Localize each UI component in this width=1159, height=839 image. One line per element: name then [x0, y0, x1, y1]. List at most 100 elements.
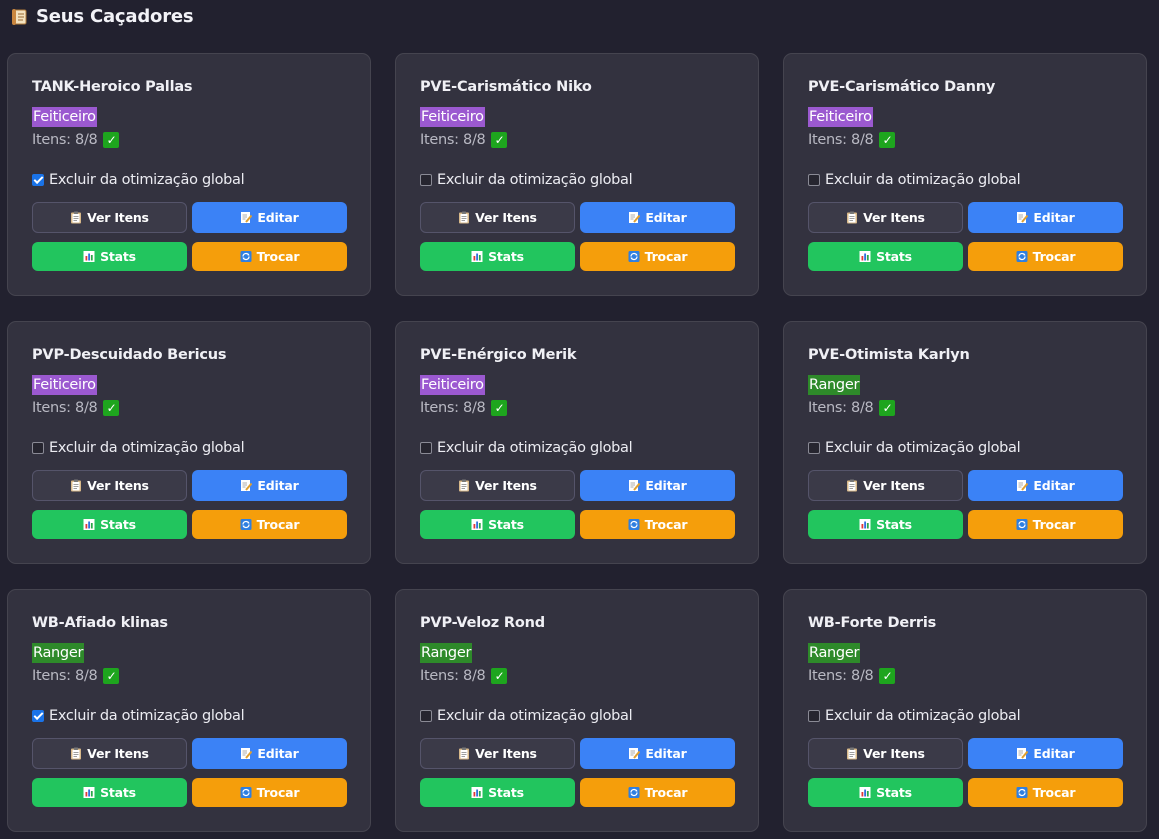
stats-button[interactable]: Stats [420, 510, 575, 539]
stats-label: Stats [876, 249, 912, 264]
checkbox-box[interactable] [32, 174, 44, 186]
clipboard-icon [71, 479, 82, 492]
hunter-name: PVE-Carismático Danny [808, 79, 996, 95]
swap-button[interactable]: Trocar [968, 510, 1123, 539]
view-items-button[interactable]: Ver Itens [32, 470, 187, 501]
swap-label: Trocar [1032, 517, 1076, 532]
exclude-optimization-checkbox[interactable]: Excluir da otimização global [32, 440, 245, 456]
swap-label: Trocar [256, 517, 300, 532]
class-badge: Feiticeiro [32, 375, 97, 395]
class-badge: Feiticeiro [808, 107, 873, 127]
exclude-optimization-checkbox[interactable]: Excluir da otimização global [420, 440, 633, 456]
edit-label: Editar [645, 210, 687, 225]
swap-button[interactable]: Trocar [580, 510, 735, 539]
items-count: Itens: 8/8 ✓ [808, 400, 896, 416]
class-badge: Ranger [808, 375, 861, 395]
exclude-optimization-checkbox[interactable]: Excluir da otimização global [808, 172, 1021, 188]
hunter-card: PVP-Veloz Rond Ranger Itens: 8/8 ✓ Exclu… [395, 589, 759, 832]
memo-icon [629, 748, 641, 759]
refresh-icon [240, 251, 252, 262]
stats-button[interactable]: Stats [32, 242, 187, 271]
bar-chart-icon [471, 519, 483, 530]
checkbox-box[interactable] [420, 710, 432, 722]
exclude-optimization-checkbox[interactable]: Excluir da otimização global [32, 172, 245, 188]
class-badge: Feiticeiro [420, 107, 485, 127]
edit-label: Editar [1033, 746, 1075, 761]
hunters-grid: TANK-Heroico Pallas Feiticeiro Itens: 8/… [7, 53, 1147, 832]
stats-button[interactable]: Stats [32, 510, 187, 539]
exclude-optimization-checkbox[interactable]: Excluir da otimização global [32, 708, 245, 724]
swap-label: Trocar [1032, 785, 1076, 800]
swap-button[interactable]: Trocar [968, 242, 1123, 271]
swap-button[interactable]: Trocar [968, 778, 1123, 807]
bar-chart-icon [83, 251, 95, 262]
edit-button[interactable]: Editar [968, 202, 1123, 233]
class-badge: Ranger [808, 643, 861, 663]
exclude-optimization-checkbox[interactable]: Excluir da otimização global [420, 172, 633, 188]
checkbox-box[interactable] [808, 710, 820, 722]
swap-button[interactable]: Trocar [192, 778, 347, 807]
view-items-button[interactable]: Ver Itens [32, 202, 187, 233]
exclude-optimization-checkbox[interactable]: Excluir da otimização global [420, 708, 633, 724]
view-items-label: Ver Itens [87, 746, 149, 761]
refresh-icon [628, 519, 640, 530]
view-items-label: Ver Itens [475, 478, 537, 493]
checkbox-box[interactable] [32, 710, 44, 722]
view-items-button[interactable]: Ver Itens [420, 738, 575, 769]
stats-label: Stats [100, 249, 136, 264]
checkbox-box[interactable] [808, 174, 820, 186]
swap-button[interactable]: Trocar [192, 510, 347, 539]
hunter-name: PVE-Otimista Karlyn [808, 347, 970, 363]
stats-button[interactable]: Stats [32, 778, 187, 807]
checkbox-box[interactable] [808, 442, 820, 454]
items-count: Itens: 8/8 ✓ [32, 400, 120, 416]
view-items-button[interactable]: Ver Itens [808, 738, 963, 769]
edit-button[interactable]: Editar [192, 202, 347, 233]
view-items-button[interactable]: Ver Itens [808, 202, 963, 233]
swap-button[interactable]: Trocar [192, 242, 347, 271]
view-items-button[interactable]: Ver Itens [808, 470, 963, 501]
view-items-button[interactable]: Ver Itens [32, 738, 187, 769]
edit-label: Editar [1033, 478, 1075, 493]
view-items-label: Ver Itens [863, 210, 925, 225]
edit-button[interactable]: Editar [580, 738, 735, 769]
hunter-card: WB-Forte Derris Ranger Itens: 8/8 ✓ Excl… [783, 589, 1147, 832]
checkbox-box[interactable] [420, 442, 432, 454]
items-count-text: Itens: 8/8 [32, 400, 98, 416]
stats-label: Stats [488, 249, 524, 264]
exclude-optimization-checkbox[interactable]: Excluir da otimização global [808, 440, 1021, 456]
items-count: Itens: 8/8 ✓ [32, 132, 120, 148]
swap-button[interactable]: Trocar [580, 242, 735, 271]
stats-button[interactable]: Stats [420, 242, 575, 271]
items-count: Itens: 8/8 ✓ [420, 132, 508, 148]
stats-button[interactable]: Stats [420, 778, 575, 807]
clipboard-icon [847, 479, 858, 492]
hunter-card: PVE-Carismático Danny Feiticeiro Itens: … [783, 53, 1147, 296]
hunter-name: PVE-Carismático Niko [420, 79, 592, 95]
stats-button[interactable]: Stats [808, 510, 963, 539]
stats-label: Stats [876, 785, 912, 800]
stats-button[interactable]: Stats [808, 778, 963, 807]
exclude-optimization-label: Excluir da otimização global [825, 440, 1021, 456]
edit-button[interactable]: Editar [580, 202, 735, 233]
class-badge: Ranger [32, 643, 85, 663]
memo-icon [629, 212, 641, 223]
page-title: Seus Caçadores [10, 6, 194, 27]
items-count-text: Itens: 8/8 [808, 132, 874, 148]
view-items-button[interactable]: Ver Itens [420, 202, 575, 233]
stats-button[interactable]: Stats [808, 242, 963, 271]
view-items-button[interactable]: Ver Itens [420, 470, 575, 501]
view-items-label: Ver Itens [87, 210, 149, 225]
edit-button[interactable]: Editar [192, 738, 347, 769]
edit-button[interactable]: Editar [968, 738, 1123, 769]
edit-button[interactable]: Editar [580, 470, 735, 501]
exclude-optimization-checkbox[interactable]: Excluir da otimização global [808, 708, 1021, 724]
swap-button[interactable]: Trocar [580, 778, 735, 807]
checkbox-box[interactable] [420, 174, 432, 186]
bar-chart-icon [859, 251, 871, 262]
checkbox-box[interactable] [32, 442, 44, 454]
check-mark-icon: ✓ [491, 668, 508, 684]
edit-button[interactable]: Editar [968, 470, 1123, 501]
edit-button[interactable]: Editar [192, 470, 347, 501]
hunter-card: PVE-Enérgico Merik Feiticeiro Itens: 8/8… [395, 321, 759, 564]
